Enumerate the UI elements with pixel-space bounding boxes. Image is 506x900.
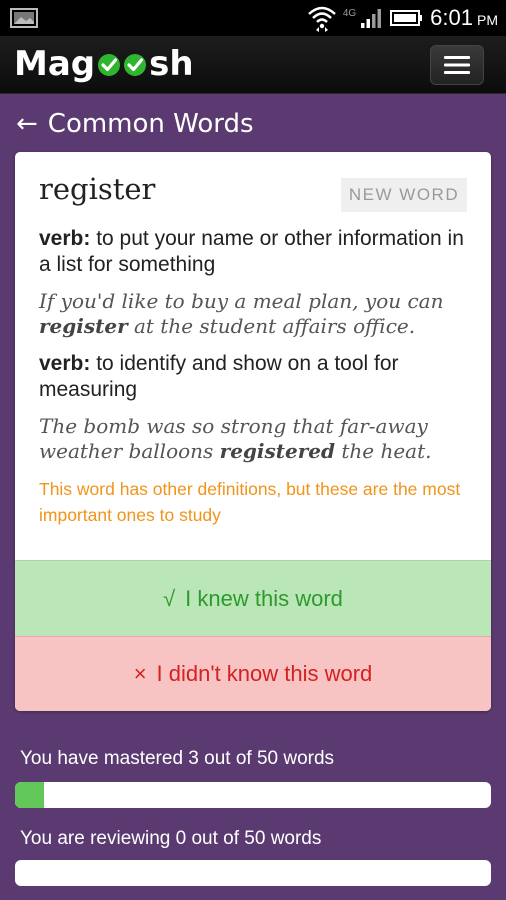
example-text: the heat.	[334, 439, 432, 463]
cross-icon: ×	[133, 661, 147, 686]
signal-icon	[361, 9, 382, 28]
definition: verb: to identify and show on a tool for…	[39, 351, 471, 403]
definition-text: to identify and show on a tool for measu…	[39, 352, 399, 401]
battery-icon	[390, 10, 423, 26]
network-type-label: 4G	[342, 7, 357, 19]
didnt-know-word-button[interactable]: × I didn't know this word	[15, 636, 491, 711]
example-sentence: The bomb was so strong that far-away wea…	[39, 414, 471, 464]
status-right-group: 4G 6:01 PM	[307, 0, 498, 36]
wifi-icon	[307, 6, 336, 32]
app-bar: Mag sh	[0, 36, 506, 94]
part-of-speech: verb:	[39, 227, 91, 250]
definitions-list: verb: to put your name or other informat…	[39, 226, 471, 528]
clock-time: 6:01	[430, 5, 473, 30]
example-sentence: If you'd like to buy a meal plan, you ca…	[39, 289, 471, 339]
reviewing-progress-bar	[15, 860, 491, 886]
definition-text: to put your name or other information in…	[39, 227, 464, 276]
clock-ampm: PM	[477, 12, 498, 28]
part-of-speech: verb:	[39, 352, 91, 375]
example-highlight: register	[39, 314, 128, 338]
hamburger-menu-icon	[444, 56, 470, 74]
page-title: Common Words	[47, 109, 254, 139]
logo-check-icons	[96, 51, 148, 77]
magoosh-logo: Mag sh	[14, 42, 194, 86]
checkmark-icon: √	[163, 585, 176, 611]
definition: verb: to put your name or other informat…	[39, 226, 471, 278]
example-highlight: registered	[219, 439, 335, 463]
logo-text-suffix: sh	[149, 44, 194, 84]
reviewing-progress-label: You are reviewing 0 out of 50 words	[20, 828, 322, 849]
check-circle-icon	[124, 54, 147, 76]
definitions-note: This word has other definitions, but the…	[39, 479, 461, 525]
didnt-know-word-label: I didn't know this word	[156, 661, 373, 686]
clock: 6:01 PM	[430, 5, 498, 31]
status-bar: 4G 6:01 PM	[0, 0, 506, 36]
mastered-progress-fill	[15, 782, 44, 808]
back-navigation[interactable]: ← Common Words	[16, 106, 254, 142]
mastered-progress-label: You have mastered 3 out of 50 words	[20, 748, 335, 769]
mastered-progress-bar	[15, 782, 491, 808]
example-text: If you'd like to buy a meal plan, you ca…	[39, 289, 444, 313]
logo-text-prefix: Mag	[14, 44, 96, 84]
back-arrow-icon[interactable]: ←	[16, 111, 38, 137]
menu-button[interactable]	[430, 45, 484, 85]
image-notification-icon	[10, 8, 38, 28]
word-title: register	[39, 172, 156, 206]
check-circle-icon	[98, 54, 121, 76]
knew-word-label: I knew this word	[185, 585, 343, 611]
new-word-badge: NEW WORD	[341, 178, 467, 212]
word-card: register NEW WORD verb: to put your name…	[15, 152, 491, 711]
knew-word-button[interactable]: √ I knew this word	[15, 560, 491, 636]
example-text: at the student affairs office.	[127, 314, 416, 338]
